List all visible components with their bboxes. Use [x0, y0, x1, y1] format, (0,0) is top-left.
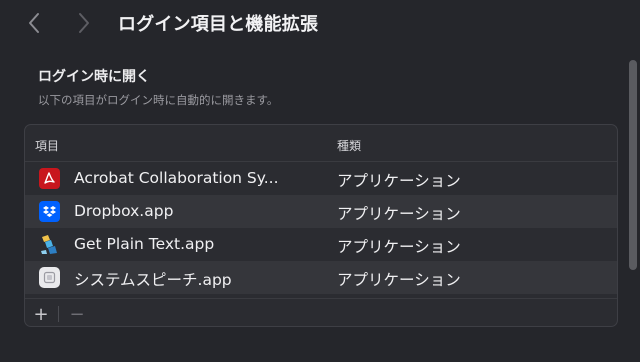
table-row[interactable]: Dropbox.app アプリケーション: [25, 195, 617, 228]
login-items-table: 項目 種類 Acrobat Collaboration Sy... アプリケーシ…: [24, 124, 618, 327]
scrollbar[interactable]: [629, 60, 637, 270]
title-bar: ログイン項目と機能拡張: [0, 0, 640, 48]
row-kind: アプリケーション: [337, 205, 461, 223]
chevron-right-icon: [79, 13, 89, 33]
remove-item-button[interactable]: −: [66, 303, 88, 325]
table-row[interactable]: Acrobat Collaboration Sy... アプリケーション: [25, 162, 617, 195]
row-name: Acrobat Collaboration Sy...: [74, 169, 279, 187]
add-item-button[interactable]: +: [30, 303, 52, 325]
table-row[interactable]: システムスピーチ.app アプリケーション: [25, 261, 617, 294]
row-name: Dropbox.app: [74, 202, 174, 220]
back-button[interactable]: [22, 10, 46, 36]
column-header-kind[interactable]: 種類: [337, 137, 361, 154]
footer-divider: [58, 306, 59, 322]
chevron-left-icon: [29, 13, 39, 33]
table-footer: + −: [25, 298, 617, 326]
page-title: ログイン項目と機能拡張: [118, 14, 319, 35]
row-name: システムスピーチ.app: [74, 271, 232, 289]
row-kind: アプリケーション: [337, 238, 461, 256]
row-name: Get Plain Text.app: [74, 235, 215, 253]
dropbox-icon: [39, 201, 60, 222]
row-kind: アプリケーション: [337, 172, 461, 190]
column-header-item[interactable]: 項目: [35, 137, 59, 154]
get-plain-text-icon: [39, 234, 60, 255]
acrobat-icon: [39, 168, 60, 189]
section-description: 以下の項目がログイン時に自動的に開きます。: [38, 93, 279, 107]
table-body: Acrobat Collaboration Sy... アプリケーション Dro…: [25, 162, 617, 294]
row-kind: アプリケーション: [337, 271, 461, 289]
section-title: ログイン時に開く: [38, 69, 150, 85]
table-row[interactable]: Get Plain Text.app アプリケーション: [25, 228, 617, 261]
table-header: 項目 種類: [25, 125, 617, 162]
forward-button[interactable]: [72, 10, 96, 36]
speech-app-icon: [39, 267, 60, 288]
